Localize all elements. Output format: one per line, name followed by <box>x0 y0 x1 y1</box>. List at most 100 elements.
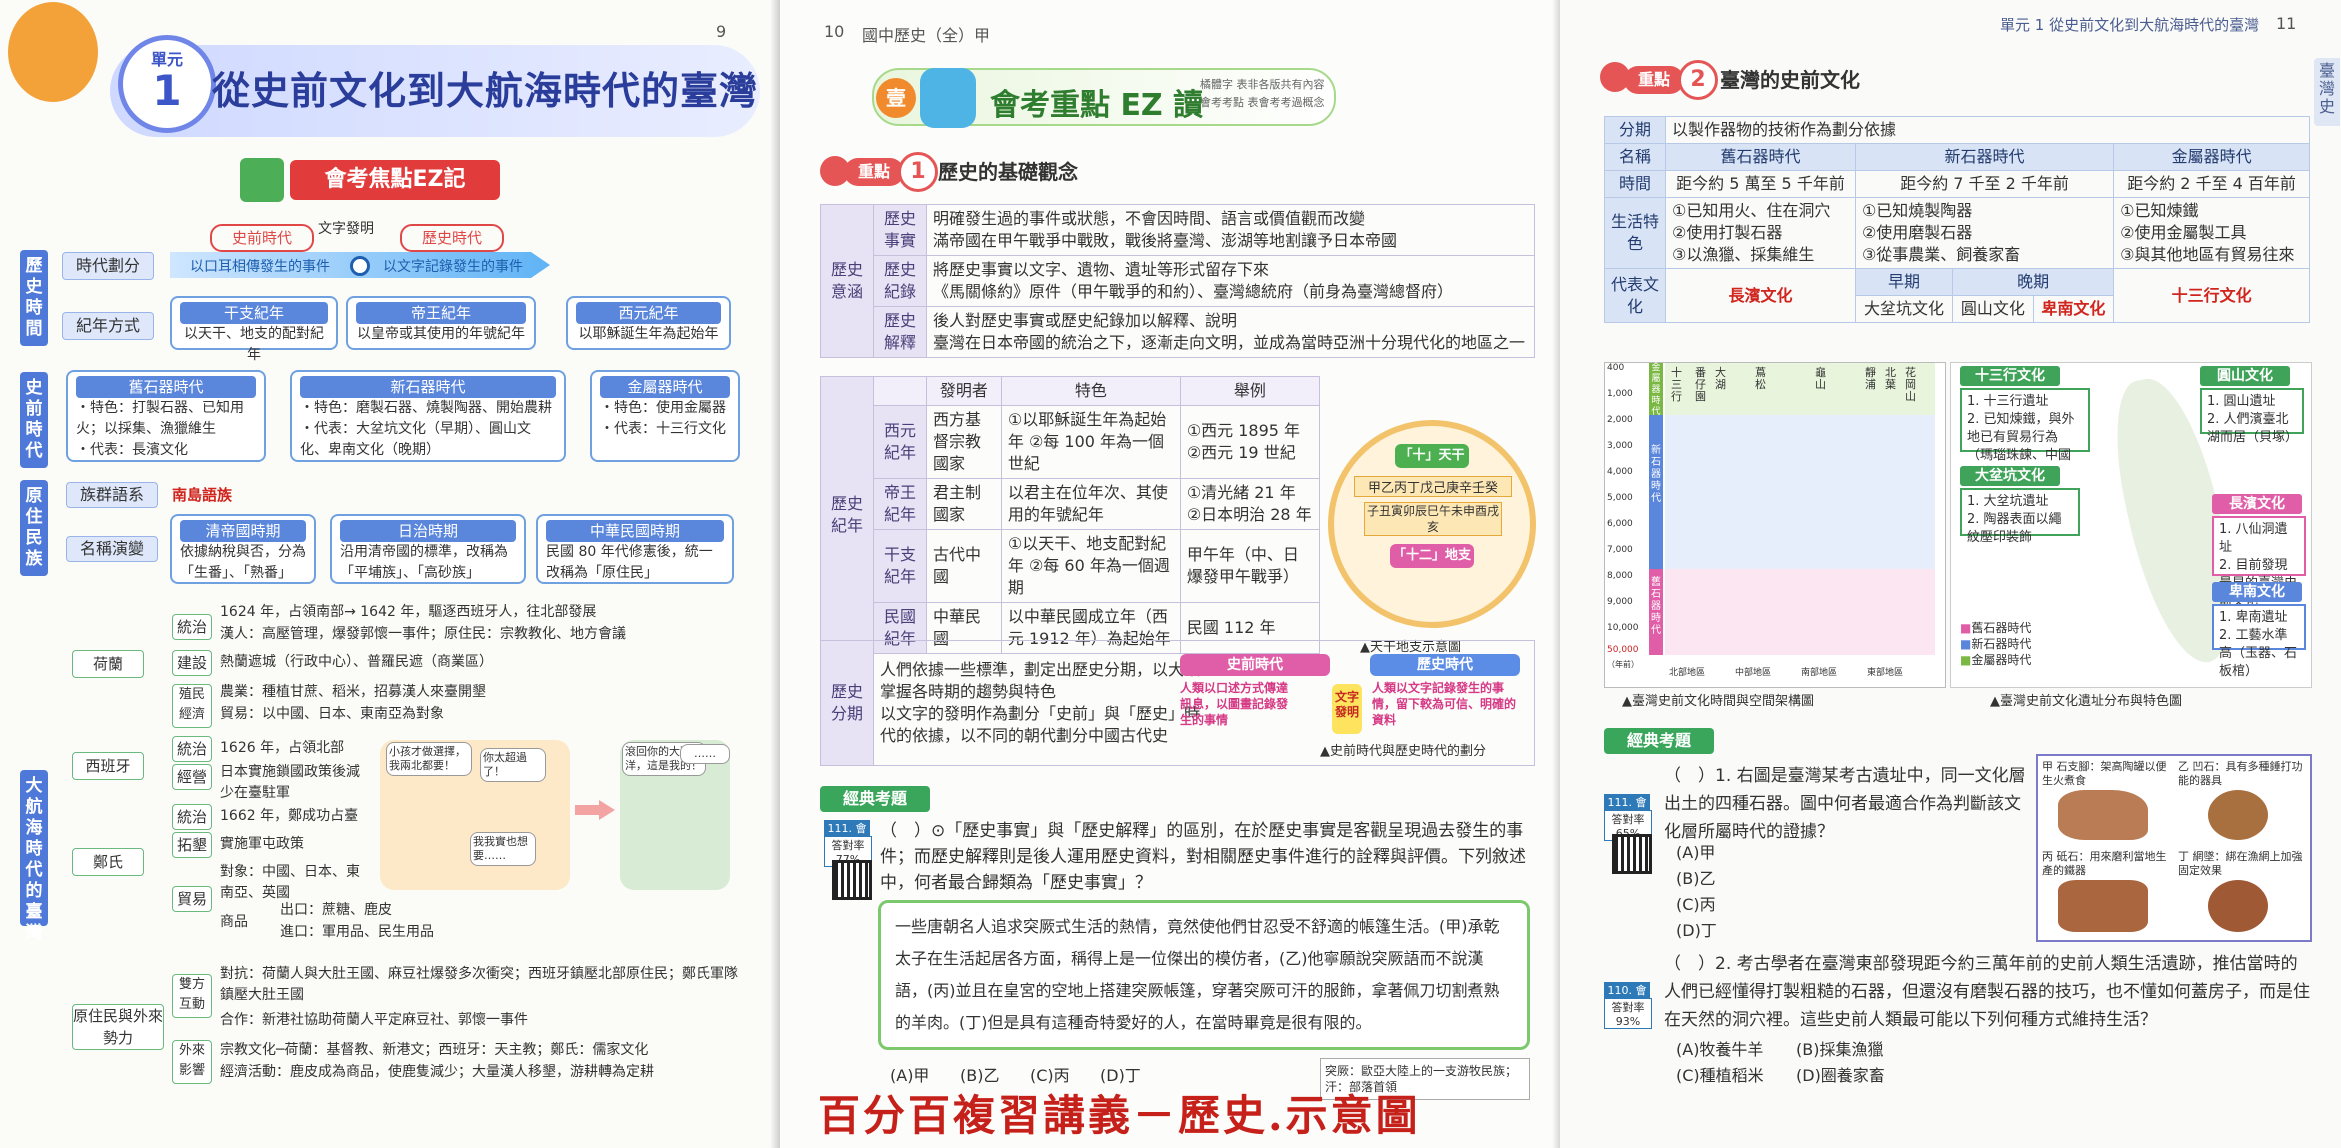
side-tab[interactable]: 臺灣史 <box>2314 58 2340 126</box>
culture-cell: 圓山文化 <box>1952 295 2034 323</box>
box-head: 清帝國時期 <box>180 520 306 542</box>
point-number: 2 <box>1678 60 1718 100</box>
feature-line: ①已知燒製陶器 <box>1861 201 1973 220</box>
row-label: 歷史事實 <box>873 204 927 256</box>
legend-item: ■新石器時代 <box>1960 637 2032 651</box>
era-box-head: 西元紀年 <box>576 302 721 324</box>
feature-line: ②使用打製石器 <box>1672 223 1783 242</box>
tool-image <box>2058 790 2148 840</box>
option[interactable]: (A)牧養牛羊 <box>1676 1036 1763 1060</box>
unit-number: 1 <box>152 66 182 115</box>
tool-caption: 丁 網墜：綁在漁網上加強固定效果 <box>2178 850 2306 878</box>
option[interactable]: (C)丙 <box>1676 892 1717 918</box>
map-tag: 長濱文化 <box>2212 494 2302 514</box>
band-neolithic: 新石器時代 <box>1649 415 1663 569</box>
time-cell: 距今約 5 萬至 5 千年前 <box>1665 170 1856 198</box>
dutch-rule-2: 漢人：高壓管理，爆發郭懷一事件；原住民：宗教教化、地方會議 <box>220 626 626 642</box>
neolithic-box: 新石器時代 ・特色：磨製石器、燒製陶器、開始農耕 ・代表：大坌坑文化（早期）、圓山文… <box>290 370 566 462</box>
period-label: 歷史分期 <box>820 640 874 766</box>
legend-text: 金屬器時代 <box>1971 653 2032 667</box>
band-paleolithic: 舊石器時代 <box>1649 569 1663 655</box>
side-label-indigenous: 原住民族 <box>20 480 48 576</box>
option[interactable]: (C)種植稻米 <box>1676 1062 1764 1086</box>
box-text: 依據納稅與否，分為「生番」、「熟番」 <box>180 544 306 581</box>
family-value: 南島語族 <box>172 486 233 504</box>
culture-cell: 卑南文化 <box>2032 295 2115 323</box>
y-tick: 1,000 <box>1607 389 1633 399</box>
name-cell: 舊石器時代 <box>1665 143 1856 171</box>
map-line: 1. 卑南遺址 <box>2219 610 2288 625</box>
classic-label: 經典考題 <box>1604 728 1714 754</box>
option[interactable]: (A)甲 <box>1676 840 1717 866</box>
map-box: 1. 圓山遺址 2. 人們濱臺北湖而居（貝塚） <box>2200 388 2304 445</box>
tool-image <box>2208 790 2268 840</box>
writing-marker: 文字發明 <box>1332 684 1362 734</box>
historic-pill: 歷史時代 <box>1370 654 1520 676</box>
side-label-time: 歷史時間 <box>20 250 48 346</box>
option[interactable]: (B)乙 <box>1676 866 1717 892</box>
x-label: 中部地區 <box>1735 668 1772 678</box>
meaning-label: 歷史意涵 <box>820 204 874 358</box>
running-header: 單元 1 從史前文化到大航海時代的臺灣 <box>2000 16 2260 34</box>
feature-line: ①已知用火、住在洞穴 <box>1672 201 1831 220</box>
y-tick: 6,000 <box>1607 519 1633 529</box>
culture-cell: 大坌坑文化 <box>1854 295 1954 323</box>
era-box-text: 以天干、地支的配對紀年 <box>184 326 324 363</box>
branches-tag: 「十二」地支 <box>1390 544 1474 568</box>
map-box: 1. 大坌坑遺址 2. 陶器表面以繩紋壓印裝飾 <box>1960 488 2080 545</box>
box-head: 金屬器時代 <box>600 376 730 398</box>
spain-label: 西班牙 <box>72 752 144 780</box>
page-number: 11 <box>2276 14 2297 33</box>
era-feature: ①以天干、地支配對紀年 ②每 60 年為一個週期 <box>1000 529 1181 603</box>
chart-culture: 龜山 <box>1815 366 1826 391</box>
chart-culture: 北葉 <box>1885 366 1896 391</box>
timeline-dot-icon <box>350 256 370 276</box>
chart-culture: 番仔園 <box>1695 366 1706 403</box>
division-value: 以製作器物的技術作為劃分依據 <box>1665 116 2310 144</box>
unit-title: 從史前文化到大航海時代的臺灣 <box>212 69 759 113</box>
dutch-build-label: 建設 <box>172 650 212 676</box>
tools-figure: 甲 石支腳：架高陶罐以便生火煮食 乙 凹石：具有多種錘打功能的器具 丙 砥石：用… <box>2036 754 2312 942</box>
map-tag: 卑南文化 <box>2212 582 2302 602</box>
box-line: ・代表：長濱文化 <box>76 442 188 458</box>
row-label: 代表文化 <box>1604 268 1666 323</box>
dutch-econ-label: 殖民經濟 <box>172 684 212 728</box>
section-title: 會考重點 EZ 讀 <box>990 88 1204 123</box>
legend-2: 會考考點 表會考考過概念 <box>1200 96 1325 109</box>
map-tag: 十三行文化 <box>1960 366 2060 386</box>
speech-bubble: …… <box>680 744 730 764</box>
q1-text: （ ）1. 右圖是臺灣某考古遺址中，同一文化層出土的四種石器。圖中何者最適合作為… <box>1664 766 2026 842</box>
paleolithic-box: 舊石器時代 ・特色：打製石器、已知用火；以採集、漁獵維生 ・代表：長濱文化 <box>66 370 266 462</box>
culture-cell: 長濱文化 <box>1665 268 1856 323</box>
band-metal: 金屬器時代 <box>1649 363 1663 417</box>
era-box-head: 帝王紀年 <box>356 302 526 324</box>
tool-id: 丁 <box>2178 850 2189 863</box>
era-header: 發明者 <box>926 376 1002 406</box>
option[interactable]: (D)圈養家畜 <box>1796 1062 1885 1086</box>
box-line: ・特色：磨製石器、燒製陶器、開始農耕 <box>300 400 552 416</box>
legend-text: 新石器時代 <box>1971 637 2032 651</box>
box-head: 日治時期 <box>340 520 516 542</box>
row-label: 歷史紀錄 <box>873 255 927 307</box>
map-line: 2. 人們濱臺北湖而居（貝塚） <box>2207 412 2299 445</box>
box-line: ・代表：十三行文化 <box>600 421 726 437</box>
tool-id: 甲 <box>2042 760 2053 773</box>
historic-tag: 歷史時代 <box>400 224 504 252</box>
era-feature: ①以耶穌誕生年為起始年 ②每 100 年為一個世紀 <box>1000 405 1181 479</box>
era-box-text: 以耶穌誕生年為起始年 <box>578 326 719 342</box>
feature-cell: ①已知用火、住在洞穴 ②使用打製石器 ③以漁獵、採集維生 <box>1665 197 1856 269</box>
row-label: 時間 <box>1604 170 1666 198</box>
naming-japanese: 日治時期 沿用清帝國的標準，改稱為「平埔族」、「高砂族」 <box>330 514 526 584</box>
era-corner <box>873 376 927 406</box>
option[interactable]: (B)採集漁獵 <box>1796 1036 1883 1060</box>
stems-tag: 「十」天干 <box>1395 444 1469 468</box>
era-example: ①西元 1895 年 ②西元 19 世紀 <box>1179 405 1321 479</box>
early-label: 早期 <box>1854 268 1954 296</box>
row-content: 將歷史事實以文字、遺物、遺址等形式留存下來 《馬關條約》原件（甲午戰爭的和約）、臺… <box>926 255 1535 307</box>
option[interactable]: (D)丁 <box>1676 918 1717 944</box>
speech-bubble: 小孩才做選擇，我兩北都要！ <box>386 742 472 776</box>
chart-caption: ▲臺灣史前文化時間與空間架構圖 <box>1622 694 1814 709</box>
chart-culture: 蔦松 <box>1755 366 1766 391</box>
era-inventor: 君主制國家 <box>926 478 1002 530</box>
classic-label: 經典考題 <box>820 786 930 812</box>
